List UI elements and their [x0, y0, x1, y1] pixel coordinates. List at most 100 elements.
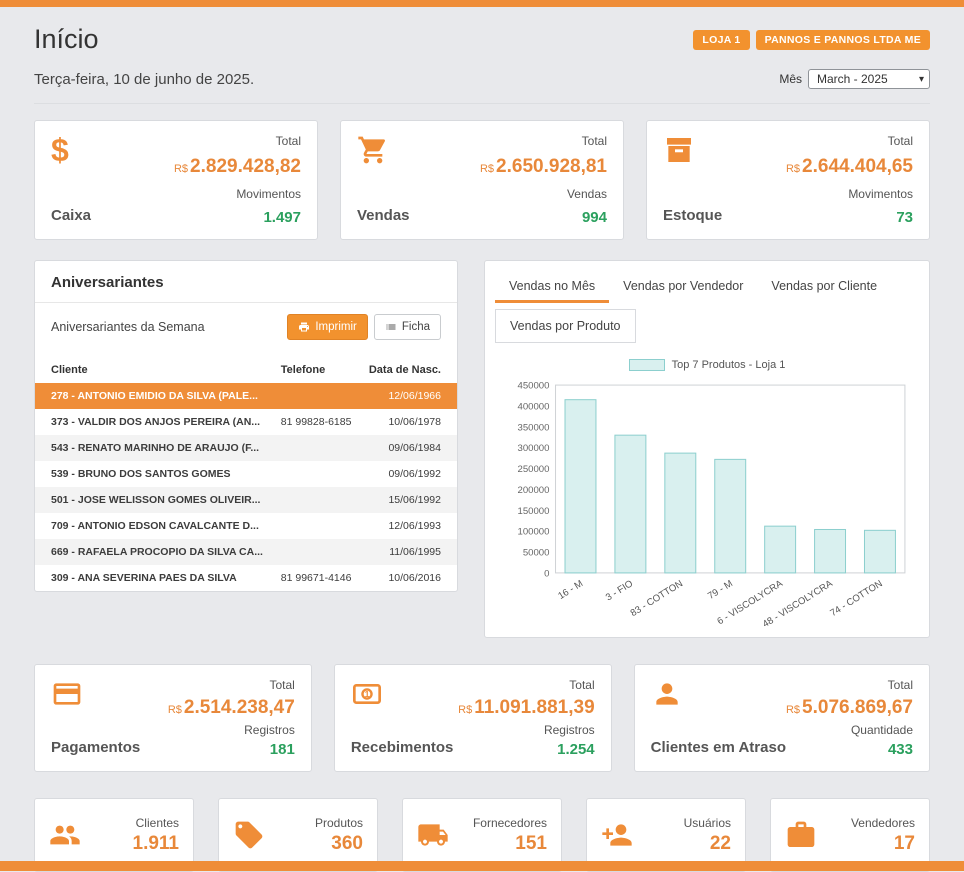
cell-telefone: [273, 435, 360, 461]
cell-telefone: [273, 539, 360, 565]
month-select[interactable]: March - 2025 ▾: [808, 69, 930, 89]
svg-text:50000: 50000: [523, 548, 550, 559]
clientes-atraso-total-label: Total: [888, 678, 913, 692]
vendas-count-label: Vendas: [567, 187, 607, 201]
print-button[interactable]: Imprimir: [287, 314, 368, 340]
cell-cliente: 278 - ANTONIO EMIDIO DA SILVA (PALE...: [35, 383, 273, 409]
month-picker: Mês March - 2025 ▾: [779, 69, 930, 89]
fornecedores-mini-label: Fornecedores: [473, 816, 547, 830]
cell-telefone: [273, 461, 360, 487]
tag-icon: [233, 819, 265, 851]
vendas-total-label: Total: [582, 134, 607, 148]
sales-tabs: Vendas no Mês Vendas por Vendedor Vendas…: [485, 261, 929, 303]
estoque-count-value: 73: [896, 209, 913, 226]
company-badge: PANNOS E PANNOS LTDA ME: [756, 30, 930, 50]
legend-swatch: [629, 359, 665, 371]
tab-vendas-por-vendedor[interactable]: Vendas por Vendedor: [609, 269, 757, 303]
table-row[interactable]: 373 - VALDIR DOS ANJOS PEREIRA (AN... 81…: [35, 409, 457, 435]
dashboard-page: Início LOJA 1 PANNOS E PANNOS LTDA ME Te…: [0, 0, 964, 872]
pagamentos-total-label: Total: [269, 678, 294, 692]
cart-icon: [357, 134, 389, 166]
table-row[interactable]: 278 - ANTONIO EMIDIO DA SILVA (PALE... 1…: [35, 383, 457, 409]
pagamentos-count-value: 181: [270, 741, 295, 758]
pagamentos-card: Pagamentos Total R$2.514.238,47 Registro…: [34, 664, 312, 772]
person-icon: [651, 678, 683, 710]
recebimentos-count-label: Registros: [544, 723, 595, 737]
vendedores-mini-label: Vendedores: [851, 816, 915, 830]
table-row[interactable]: 709 - ANTONIO EDSON CAVALCANTE D... 12/0…: [35, 513, 457, 539]
pagamentos-total-value: R$2.514.238,47: [168, 697, 295, 719]
svg-text:250000: 250000: [518, 464, 550, 475]
cell-telefone: [273, 513, 360, 539]
svg-text:100000: 100000: [518, 527, 550, 538]
svg-text:0: 0: [544, 568, 549, 579]
caixa-card-title: Caixa: [51, 207, 91, 226]
ficha-button-label: Ficha: [402, 321, 430, 333]
month-select-value: March - 2025: [817, 72, 888, 86]
bottom-accent-bar: [0, 861, 964, 871]
tab-vendas-no-mes[interactable]: Vendas no Mês: [495, 269, 609, 303]
cell-nascimento: 15/06/1992: [360, 487, 457, 513]
cell-cliente: 501 - JOSE WELISSON GOMES OLIVEIR...: [35, 487, 273, 513]
clientes-atraso-card-title: Clientes em Atraso: [651, 739, 786, 758]
usuarios-mini-label: Usuários: [684, 816, 731, 830]
cell-telefone: [273, 383, 360, 409]
svg-text:450000: 450000: [518, 381, 550, 392]
briefcase-icon: [785, 819, 817, 851]
tab-vendas-por-cliente[interactable]: Vendas por Cliente: [757, 269, 891, 303]
birthdays-title: Aniversariantes: [35, 261, 457, 303]
cell-nascimento: 09/06/1992: [360, 461, 457, 487]
vendas-total-value: R$2.650.928,81: [480, 156, 607, 178]
cell-cliente: 539 - BRUNO DOS SANTOS GOMES: [35, 461, 273, 487]
clientes-atraso-count-value: 433: [888, 741, 913, 758]
table-row[interactable]: 539 - BRUNO DOS SANTOS GOMES 09/06/1992: [35, 461, 457, 487]
fornecedores-mini-value: 151: [473, 833, 547, 855]
ficha-button[interactable]: Ficha: [374, 314, 441, 340]
cell-nascimento: 12/06/1966: [360, 383, 457, 409]
svg-text:83 - COTTON: 83 - COTTON: [629, 578, 685, 619]
estoque-card: Estoque Total R$2.644.404,65 Movimentos …: [646, 120, 930, 240]
table-row[interactable]: 543 - RENATO MARINHO DE ARAUJO (F... 09/…: [35, 435, 457, 461]
table-row[interactable]: 501 - JOSE WELISSON GOMES OLIVEIR... 15/…: [35, 487, 457, 513]
month-label: Mês: [779, 72, 802, 86]
list-icon: [385, 321, 397, 333]
box-icon: [663, 134, 695, 166]
produtos-mini-value: 360: [315, 833, 363, 855]
cell-telefone: 81 99671-4146: [273, 565, 360, 591]
top-stats-row: $ Caixa Total R$2.829.428,82 Movimentos …: [34, 120, 930, 240]
caixa-total-value: R$2.829.428,82: [174, 156, 301, 178]
tab-vendas-por-produto[interactable]: Vendas por Produto: [495, 309, 636, 343]
recebimentos-card-title: Recebimentos: [351, 739, 454, 758]
estoque-total-value: R$2.644.404,65: [786, 156, 913, 178]
col-nascimento: Data de Nasc.: [360, 357, 457, 383]
print-button-label: Imprimir: [315, 321, 357, 333]
cell-cliente: 373 - VALDIR DOS ANJOS PEREIRA (AN...: [35, 409, 273, 435]
cell-cliente: 669 - RAFAELA PROCOPIO DA SILVA CA...: [35, 539, 273, 565]
sales-panel: Vendas no Mês Vendas por Vendedor Vendas…: [484, 260, 930, 638]
truck-icon: [417, 819, 449, 851]
cell-cliente: 309 - ANA SEVERINA PAES DA SILVA: [35, 565, 273, 591]
caixa-total-label: Total: [276, 134, 301, 148]
store-badge: LOJA 1: [693, 30, 749, 50]
chevron-down-icon: ▾: [919, 74, 924, 85]
svg-text:400000: 400000: [518, 401, 550, 412]
clientes-atraso-count-label: Quantidade: [851, 723, 913, 737]
svg-text:300000: 300000: [518, 443, 550, 454]
estoque-total-label: Total: [888, 134, 913, 148]
birthdays-table: Cliente Telefone Data de Nasc. 278 - ANT…: [35, 357, 457, 591]
caixa-count-value: 1.497: [263, 209, 301, 226]
table-row[interactable]: 669 - RAFAELA PROCOPIO DA SILVA CA... 11…: [35, 539, 457, 565]
recebimentos-count-value: 1.254: [557, 741, 595, 758]
table-row[interactable]: 309 - ANA SEVERINA PAES DA SILVA 81 9967…: [35, 565, 457, 591]
clientes-atraso-card: Clientes em Atraso Total R$5.076.869,67 …: [634, 664, 930, 772]
cell-cliente: 709 - ANTONIO EDSON CAVALCANTE D...: [35, 513, 273, 539]
dollar-icon: $: [51, 134, 83, 166]
svg-text:79 - M: 79 - M: [706, 578, 735, 602]
svg-text:74 - COTTON: 74 - COTTON: [828, 578, 884, 619]
col-telefone: Telefone: [273, 357, 360, 383]
usuarios-mini-value: 22: [684, 833, 731, 855]
date-row: Terça-feira, 10 de junho de 2025. Mês Ma…: [34, 69, 930, 104]
svg-text:16 - M: 16 - M: [556, 578, 585, 602]
sales-chart-area: Top 7 Produtos - Loja 1 0500001000001500…: [485, 343, 929, 637]
cell-nascimento: 12/06/1993: [360, 513, 457, 539]
